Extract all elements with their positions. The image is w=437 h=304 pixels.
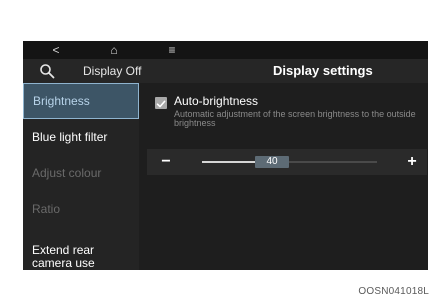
menu-icon[interactable]: ≡ xyxy=(165,41,179,59)
sidebar-item-brightness[interactable]: Brightness xyxy=(23,83,139,119)
status-bar: < ⌂ ≡ xyxy=(23,41,428,59)
brightness-panel: Auto-brightness Automatic adjustment of … xyxy=(139,83,428,270)
display-off-button[interactable]: Display Off xyxy=(83,59,141,83)
increase-brightness-button[interactable]: + xyxy=(399,150,425,174)
sidebar-item-blue-light-filter[interactable]: Blue light filter xyxy=(23,119,139,155)
settings-sidebar: Brightness Blue light filter Adjust colo… xyxy=(23,83,139,270)
display-settings-screen: < ⌂ ≡ Display Off Display settings Brigh… xyxy=(23,41,428,270)
page-title: Display settings xyxy=(273,63,373,78)
image-caption: OOSN041018L xyxy=(358,286,429,297)
auto-brightness-label[interactable]: Auto-brightness xyxy=(174,94,258,108)
auto-brightness-checkbox[interactable] xyxy=(155,97,167,109)
search-icon[interactable] xyxy=(39,63,55,79)
sidebar-item-extend-rear-camera-use[interactable]: Extend rear camera use xyxy=(23,244,133,270)
home-icon[interactable]: ⌂ xyxy=(107,41,121,59)
decrease-brightness-button[interactable]: − xyxy=(153,150,179,174)
brightness-slider-thumb[interactable]: 40 xyxy=(255,156,289,168)
sidebar-item-adjust-colour: Adjust colour xyxy=(32,166,102,180)
sidebar-item-ratio: Ratio xyxy=(32,202,61,216)
header-bar: Display Off Display settings xyxy=(23,59,428,83)
check-icon xyxy=(156,100,166,108)
brightness-slider-track[interactable] xyxy=(202,161,377,163)
auto-brightness-description: Automatic adjustment of the screen brigh… xyxy=(174,109,416,128)
back-icon[interactable]: < xyxy=(49,41,63,59)
brightness-slider-control: − 40 + xyxy=(147,149,427,175)
